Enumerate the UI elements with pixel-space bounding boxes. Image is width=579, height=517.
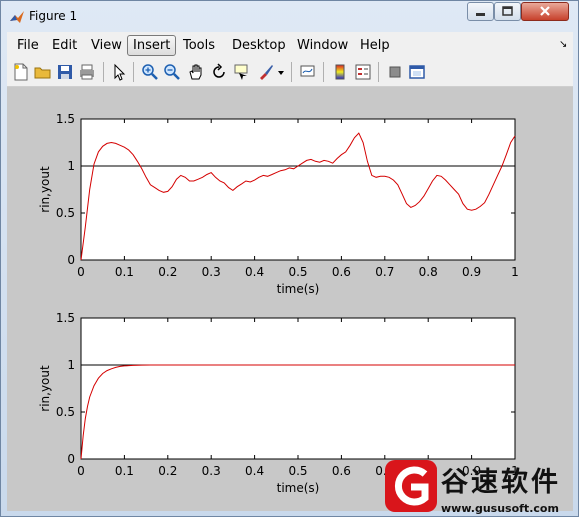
data-cursor-icon[interactable] — [233, 63, 251, 81]
x-tick-label: 0.1 — [115, 265, 134, 279]
maximize-button[interactable] — [494, 2, 521, 21]
figure-toolbar — [7, 58, 573, 87]
x-tick-label: 0.6 — [332, 464, 351, 478]
new-figure-icon[interactable] — [12, 63, 30, 81]
y-tick-label: 0.5 — [56, 405, 75, 419]
menu-insert[interactable]: Insert — [127, 35, 177, 56]
g-logo-icon — [385, 460, 437, 512]
toolbar-separator — [323, 62, 324, 82]
y-tick-label: 0 — [67, 452, 75, 466]
toolbar-separator — [103, 62, 104, 82]
y-tick-label: 1 — [67, 159, 75, 173]
x-tick-label: 0.1 — [115, 464, 134, 478]
brush-icon[interactable] — [257, 63, 275, 81]
menu-tools[interactable]: Tools — [183, 38, 215, 53]
y-tick-label: 0.5 — [56, 206, 75, 220]
matlab-icon — [10, 11, 24, 23]
insert-legend-icon[interactable] — [354, 63, 372, 81]
watermark-url: www.gususoft.com — [441, 502, 559, 515]
edit-plot-arrow-icon[interactable] — [110, 63, 128, 81]
maximize-icon — [502, 6, 513, 16]
toolbar-separator — [291, 62, 292, 82]
x-tick-label: 0.5 — [288, 464, 307, 478]
x-tick-label: 0.4 — [245, 464, 264, 478]
insert-colorbar-icon[interactable] — [331, 63, 349, 81]
show-plot-tools-icon[interactable] — [408, 63, 426, 81]
y-tick-label: 1.5 — [56, 112, 75, 126]
y-axis-label: rin,yout — [38, 365, 52, 412]
pan-hand-icon[interactable] — [187, 63, 205, 81]
y-tick-label: 0 — [67, 253, 75, 267]
save-icon[interactable] — [56, 63, 74, 81]
menu-edit[interactable]: Edit — [52, 38, 77, 53]
menu-window[interactable]: Window — [297, 38, 348, 53]
menu-desktop[interactable]: Desktop — [232, 38, 286, 53]
open-file-icon[interactable] — [34, 63, 52, 81]
y-tick-label: 1.5 — [56, 311, 75, 325]
x-tick-label: 1 — [511, 265, 519, 279]
x-tick-label: 0.3 — [202, 464, 221, 478]
x-tick-label: 0.4 — [245, 265, 264, 279]
x-tick-label: 0.2 — [158, 464, 177, 478]
y-axis-label: rin,yout — [38, 166, 52, 213]
minimize-button[interactable] — [467, 2, 494, 21]
close-icon — [540, 6, 550, 16]
menu-file[interactable]: File — [17, 38, 39, 53]
zoom-out-icon[interactable] — [163, 63, 181, 81]
title-bar[interactable]: Figure 1 — [1, 1, 578, 31]
watermark-name: 谷速软件 — [441, 467, 561, 498]
menu-dock-arrow-icon[interactable]: ↘ — [559, 39, 567, 50]
plot-axes-2[interactable] — [80, 317, 516, 460]
x-axis-label: time(s) — [277, 282, 320, 296]
x-tick-label: 0 — [77, 464, 85, 478]
x-axis-label: time(s) — [277, 481, 320, 495]
x-tick-label: 0.5 — [288, 265, 307, 279]
x-tick-label: 0.8 — [419, 265, 438, 279]
brush-dropdown-icon[interactable] — [277, 63, 285, 81]
close-button[interactable] — [521, 2, 569, 21]
print-icon[interactable] — [78, 63, 96, 81]
zoom-in-icon[interactable] — [141, 63, 159, 81]
x-tick-label: 0 — [77, 265, 85, 279]
y-tick-label: 1 — [67, 358, 75, 372]
x-tick-label: 0.2 — [158, 265, 177, 279]
watermark: 谷速软件 www.gususoft.com — [383, 458, 579, 517]
x-tick-label: 0.9 — [462, 265, 481, 279]
toolbar-separator — [133, 62, 134, 82]
link-plot-icon[interactable] — [299, 63, 317, 81]
menu-help[interactable]: Help — [360, 38, 390, 53]
x-tick-label: 0.3 — [202, 265, 221, 279]
hide-plot-tools-icon[interactable] — [386, 63, 404, 81]
window-title: Figure 1 — [29, 9, 78, 23]
x-tick-label: 0.7 — [375, 265, 394, 279]
menu-bar: File Edit View Insert Tools Desktop Wind… — [7, 32, 573, 58]
menu-view[interactable]: View — [91, 38, 122, 53]
rotate-3d-icon[interactable] — [210, 63, 228, 81]
plot-axes-1[interactable] — [80, 118, 516, 261]
x-tick-label: 0.6 — [332, 265, 351, 279]
figure-plots: 0 0.1 0.2 0.3 0.4 0.5 0.6 0.7 0.8 0.9 1 0 0.5 1 1.5 tim… — [38, 112, 519, 495]
toolbar-separator — [378, 62, 379, 82]
minimize-icon — [476, 13, 485, 16]
